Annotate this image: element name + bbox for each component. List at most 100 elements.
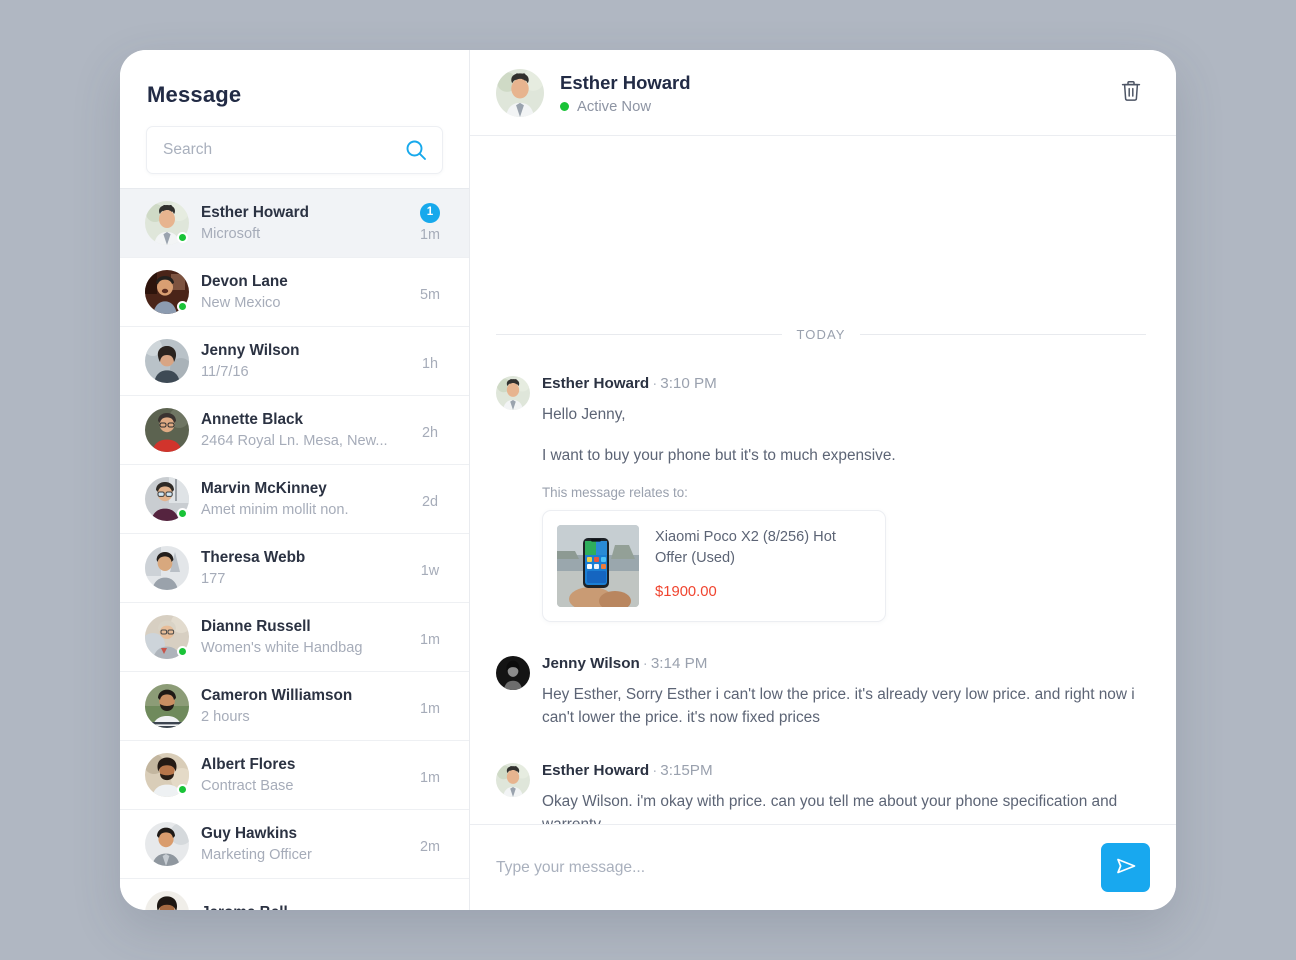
product-info: Xiaomi Poco X2 (8/256) Hot Offer (Used) $… (655, 525, 871, 607)
conversation-subtitle: Contract Base (201, 777, 294, 794)
product-title: Xiaomi Poco X2 (8/256) Hot Offer (Used) (655, 529, 836, 566)
message-text: Okay Wilson. i'm okay with price. can yo… (542, 793, 1118, 824)
conversation-timestamp: 5m (420, 286, 440, 303)
avatar (496, 69, 544, 117)
avatar (145, 753, 189, 797)
conversation-list[interactable]: Esther Howard Microsoft 1 1m Devon Lane New M… (120, 188, 469, 910)
message-timestamp: 3:15PM (660, 762, 713, 779)
message-header: Esther Howard · 3:15PM (542, 761, 1146, 781)
send-icon (1113, 853, 1139, 882)
message-timestamp: 3:10 PM (660, 375, 717, 392)
conversation-list-item[interactable]: Devon Lane New Mexico 5m (120, 257, 469, 326)
conversation-list-item[interactable]: Jenny Wilson 11/7/16 1h (120, 326, 469, 395)
messaging-app-window: Message Esther HowardMicrosoft11mDevon L… (120, 50, 1176, 910)
avatar (145, 477, 189, 521)
conversation-name: Dianne Russell (201, 617, 311, 635)
conversation-timestamp: 1m (420, 631, 440, 648)
conversation-list-item[interactable]: Guy Hawkins Marketing Officer 2m (120, 809, 469, 878)
send-button[interactable] (1101, 843, 1150, 892)
avatar (145, 822, 189, 866)
message-text: I want to buy your phone but it's to muc… (542, 447, 896, 464)
product-price: $1900.00 (655, 584, 717, 600)
online-dot-icon (560, 102, 569, 111)
conversation-meta: 1w (415, 557, 445, 580)
conversation-text: Theresa Webb 177 (201, 548, 405, 589)
message-avatar (496, 656, 530, 690)
conversation-text: Jenny Wilson 11/7/16 (201, 341, 405, 382)
conversation-list-item[interactable]: Cameron Williamson 2 hours 1m (120, 671, 469, 740)
conversation-subtitle: 11/7/16 (201, 363, 249, 380)
conversation-subtitle: Microsoft (201, 225, 261, 242)
conversation-timestamp: 1m (420, 700, 440, 717)
conversation-name: Cameron Williamson (201, 686, 353, 704)
chat-header: Esther Howard Active Now (470, 50, 1176, 136)
conversation-name: Devon Lane (201, 272, 288, 290)
attachment-label: This message relates to: (542, 485, 688, 500)
conversation-name: Marvin McKinney (201, 479, 327, 497)
conversation-meta: 1 1m (415, 202, 445, 244)
conversation-name: Albert Flores (201, 755, 296, 773)
divider-line-left (496, 334, 783, 335)
conversation-subtitle: Amet minim mollit non. (201, 501, 349, 518)
search-box[interactable] (146, 126, 443, 174)
avatar (145, 408, 189, 452)
message-author: Esther Howard (542, 375, 650, 392)
search-section (120, 108, 469, 174)
avatar-image (145, 822, 189, 866)
conversation-list-item[interactable]: Annette Black 2464 Royal Ln. Mesa, New...… (120, 395, 469, 464)
conversation-sidebar: Message Esther HowardMicrosoft11mDevon L… (120, 50, 470, 910)
message: Esther Howard · 3:15PM Okay Wilson. i'm oka… (496, 761, 1146, 824)
conversation-meta: 1m (415, 626, 445, 649)
message-input[interactable] (496, 858, 1101, 877)
conversation-list-item[interactable]: Esther Howard Microsoft 1 1m (120, 188, 469, 257)
conversation-list-item[interactable]: Marvin McKinney Amet minim mollit non. 2d (120, 464, 469, 533)
trash-icon (1118, 78, 1144, 107)
conversation-list-item[interactable]: Jerome Bell (120, 878, 469, 910)
conversation-timestamp: 2m (420, 838, 440, 855)
conversation-timestamp: 2d (421, 493, 438, 510)
conversation-text: Annette Black 2464 Royal Ln. Mesa, New... (201, 410, 405, 451)
conversation-name: Annette Black (201, 410, 304, 428)
conversation-subtitle: Women's white Handbag (201, 639, 363, 656)
conversation-meta: 2d (415, 488, 445, 511)
avatar (145, 339, 189, 383)
conversation-text: Marvin McKinney Amet minim mollit non. (201, 479, 405, 520)
message-header: Jenny Wilson · 3:14 PM (542, 654, 1146, 674)
conversation-meta: 2h (415, 419, 445, 442)
message: Jenny Wilson · 3:14 PM Hey Esther, Sorry Es… (496, 654, 1146, 729)
status-badge: Active Now (560, 99, 1114, 115)
divider-line-right (859, 334, 1146, 335)
conversation-list-item[interactable]: Dianne Russell Women's white Handbag 1m (120, 602, 469, 671)
online-dot-icon (177, 232, 188, 243)
delete-conversation-button[interactable] (1114, 76, 1148, 110)
conversation-meta: 2m (415, 833, 445, 856)
conversation-subtitle: 177 (201, 570, 226, 587)
message-separator: · (652, 762, 658, 779)
conversation-subtitle: New Mexico (201, 294, 281, 311)
conversation-name: Theresa Webb (201, 548, 306, 566)
chat-peer-name: Esther Howard (560, 71, 691, 93)
message-separator: · (642, 655, 648, 672)
search-input[interactable] (163, 141, 404, 159)
conversation-meta: 1h (415, 350, 445, 373)
message-text: Hello Jenny, (542, 406, 626, 423)
online-dot-icon (177, 508, 188, 519)
search-icon[interactable] (404, 138, 428, 162)
product-image (557, 525, 639, 607)
conversation-subtitle: 2 hours (201, 708, 250, 725)
conversation-list-item[interactable]: Albert Flores Contract Base 1m (120, 740, 469, 809)
conversation-text: Devon Lane New Mexico (201, 272, 405, 313)
product-attachment-card[interactable]: Xiaomi Poco X2 (8/256) Hot Offer (Used) $… (542, 510, 886, 622)
conversation-meta: 5m (415, 281, 445, 304)
avatar-image (145, 891, 189, 910)
avatar-image (145, 684, 189, 728)
conversation-list-item[interactable]: Theresa Webb 177 1w (120, 533, 469, 602)
online-dot-icon (177, 301, 188, 312)
avatar-image (145, 408, 189, 452)
conversation-name: Jerome Bell (201, 903, 405, 910)
peer-avatar-image (496, 69, 544, 117)
conversation-timestamp: 2h (421, 424, 438, 441)
message-thread[interactable]: TODAY Esther Howard · 3:10 PM Hello Jenny, I… (470, 136, 1176, 824)
message-header: Esther Howard · 3:10 PM (542, 374, 1146, 394)
message-body: Jenny Wilson · 3:14 PM Hey Esther, Sorry Es… (542, 654, 1146, 729)
